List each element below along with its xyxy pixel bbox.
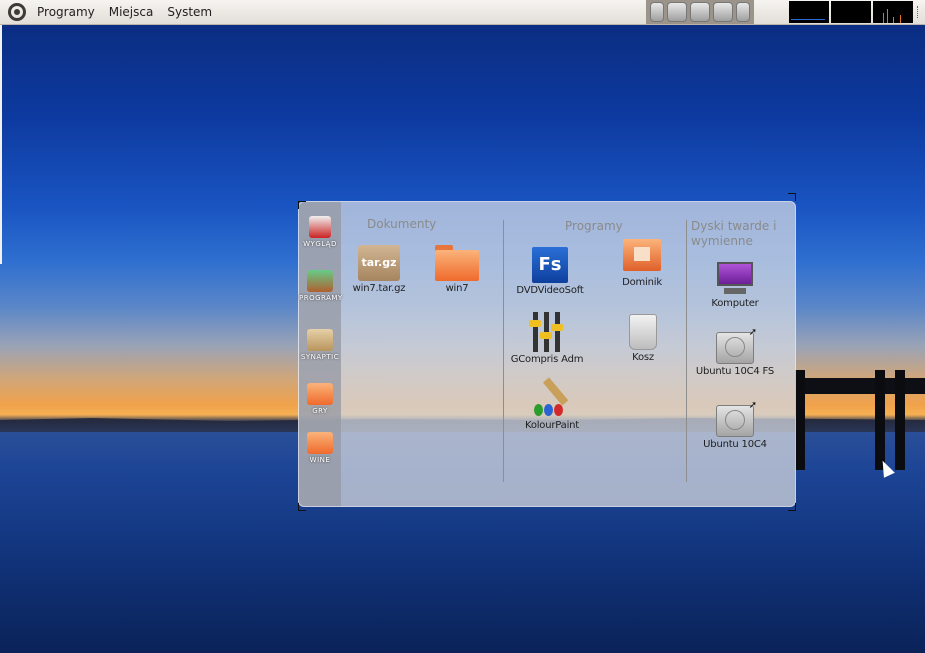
pier-silhouette [795,370,925,480]
cpu-monitor[interactable] [831,1,871,23]
link-arrow-icon: ➚ [748,327,757,338]
folder-link-icon [307,432,333,454]
folder-dominik[interactable]: Dominik [602,239,682,288]
network-monitor[interactable] [789,1,829,23]
folder-icon [435,245,479,281]
sidebar-item-wyglad[interactable]: WYGLĄD [299,216,341,248]
sidebar-item-programy[interactable]: PROGRAMY [299,270,342,302]
usb-drive-icon[interactable] [650,2,664,22]
computer-icon [717,262,753,296]
memory-monitor[interactable] [873,1,913,23]
usb-drive-icon[interactable] [736,2,750,22]
trash-icon [629,314,657,350]
folder-win7[interactable]: win7 [417,245,497,294]
device-komputer[interactable]: Komputer [695,262,775,309]
kolourpaint-icon [532,377,572,418]
disk-icon[interactable] [690,2,710,22]
archive-icon: tar.gz [358,245,400,281]
menu-system[interactable]: System [164,5,215,19]
app-kolourpaint[interactable]: KolourPaint [512,377,592,431]
trash[interactable]: Kosz [603,314,683,363]
stack-sidebar: WYGLĄD PROGRAMY SYNAPTIC GRY WINE [299,202,342,506]
programs-icon [307,270,333,292]
disk-icon[interactable] [667,2,687,22]
column-title-dyski: Dyski twarde i wymienne [691,219,777,248]
folder-icon [307,383,333,405]
column-title-dokumenty: Dokumenty [367,217,437,231]
menu-programy[interactable]: Programy [34,5,98,19]
menu-miejsca[interactable]: Miejsca [106,5,157,19]
file-win7-tar-gz[interactable]: tar.gz win7.tar.gz [339,245,419,294]
link-arrow-icon: ➚ [748,400,757,411]
column-divider [503,220,504,482]
panel-grip[interactable] [917,6,922,18]
disk-icon[interactable] [713,2,733,22]
hard-disk-icon: ➚ [716,400,757,437]
sidebar-item-wine[interactable]: WINE [299,432,341,464]
column-divider [686,220,687,482]
hard-disk-icon: ➚ [716,327,757,364]
home-folder-icon [623,239,661,271]
column-title-programy: Programy [565,219,623,233]
stack-popup: WYGLĄD PROGRAMY SYNAPTIC GRY WINE Dokume… [298,193,796,511]
dvdvideosoft-icon: Fs [532,247,568,283]
package-icon [307,329,333,351]
ubuntu-logo-icon[interactable] [8,3,26,21]
drive-ubuntu-10c4-fs[interactable]: ➚ Ubuntu 10C4 FS [695,327,775,377]
system-monitors[interactable] [789,1,913,23]
sidebar-item-synaptic[interactable]: SYNAPTIC [299,329,341,361]
gcompris-admin-icon [527,312,567,352]
appearance-icon [309,216,331,238]
device-tray [646,0,754,24]
drive-ubuntu-10c4[interactable]: ➚ Ubuntu 10C4 [695,400,775,450]
window-edge [0,24,2,264]
top-panel: Programy Miejsca System [0,0,925,25]
app-gcompris-admin[interactable]: GCompris Adm [507,312,587,365]
app-dvdvideosoft[interactable]: Fs DVDVideoSoft [510,247,590,296]
sidebar-item-gry[interactable]: GRY [299,383,341,415]
